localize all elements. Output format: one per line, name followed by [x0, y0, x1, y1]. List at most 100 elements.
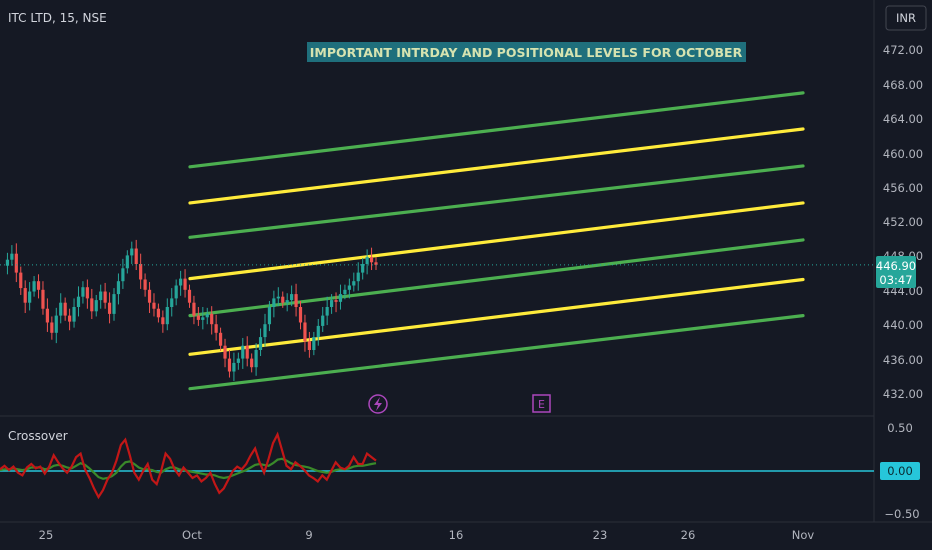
- candle-body: [338, 294, 343, 302]
- current-price-value: 446.90: [876, 259, 916, 273]
- candle-body: [63, 302, 67, 316]
- candle-body: [174, 285, 178, 299]
- price-axis-label: 436.00: [883, 353, 923, 367]
- candle-body: [10, 253, 14, 260]
- candle-body: [285, 300, 289, 303]
- indicator-axis-bottom: −0.50: [884, 507, 919, 521]
- price-axis-label: 452.00: [883, 215, 923, 229]
- candle-body: [329, 300, 334, 307]
- candle-body: [347, 285, 351, 290]
- candle-body: [152, 302, 156, 309]
- candle-body: [103, 291, 107, 303]
- candle-body: [54, 315, 58, 333]
- candle-body: [263, 324, 267, 338]
- time-axis-label: 9: [305, 528, 312, 542]
- indicator-axis-zero: 0.00: [887, 464, 913, 478]
- candle-body: [121, 268, 125, 282]
- candle-body: [352, 281, 356, 286]
- annotation-box[interactable]: IMPORTANT INTRDAY AND POSITIONAL LEVELS …: [307, 42, 746, 62]
- time-axis-label: 23: [593, 528, 608, 542]
- candle-body: [316, 325, 320, 338]
- price-axis-label: 456.00: [883, 181, 923, 195]
- candle-body: [116, 281, 121, 295]
- candle-body: [201, 317, 205, 320]
- time-axis-label: Oct: [182, 528, 202, 542]
- candle-body: [36, 281, 41, 290]
- candle-body: [147, 289, 152, 303]
- candle-body: [139, 264, 143, 280]
- candle-body: [19, 272, 23, 289]
- indicator-title[interactable]: Crossover: [8, 429, 68, 443]
- candle-body: [68, 315, 72, 322]
- candle-body: [85, 287, 89, 299]
- candle-body: [134, 248, 138, 264]
- candle-body: [290, 294, 294, 301]
- price-axis-label: 460.00: [883, 147, 923, 161]
- candle-body: [192, 302, 196, 316]
- indicator-axis-top: 0.50: [887, 421, 913, 435]
- candle-body: [312, 337, 316, 350]
- candle-body: [112, 294, 116, 314]
- candle-body: [298, 307, 303, 323]
- candle-body: [276, 296, 280, 299]
- candle-body: [179, 278, 183, 286]
- candle-body: [72, 307, 76, 322]
- candle-body: [272, 298, 276, 307]
- candle-body: [267, 307, 272, 325]
- candle-body: [281, 296, 285, 303]
- candle-body: [236, 358, 240, 363]
- candle-body: [143, 279, 147, 290]
- time-axis-label: 26: [681, 528, 696, 542]
- candle-body: [94, 300, 98, 312]
- candle-body: [245, 345, 249, 359]
- candle-body: [250, 358, 254, 368]
- candle-body: [254, 350, 258, 368]
- candle-body: [14, 253, 18, 273]
- candle-body: [76, 296, 81, 307]
- candle-body: [205, 313, 209, 318]
- candle-body: [187, 289, 192, 303]
- candle-body: [214, 324, 218, 333]
- candle-body: [343, 289, 347, 295]
- candle-body: [32, 281, 36, 292]
- candle-body: [356, 272, 360, 282]
- time-axis-label: 25: [39, 528, 54, 542]
- candle-body: [369, 257, 374, 263]
- chart-canvas[interactable]: ITC LTD, 15, NSE Crossover IMPORTANT INT…: [0, 0, 932, 550]
- candle-body: [165, 307, 169, 325]
- candle-body: [90, 298, 94, 312]
- candle-body: [334, 300, 338, 302]
- candle-body: [50, 322, 54, 333]
- currency-button[interactable]: INR: [885, 5, 927, 31]
- earnings-marker-label: E: [538, 398, 545, 411]
- bar-countdown: 03:47: [879, 273, 912, 287]
- candle-body: [41, 289, 45, 309]
- candle-body: [130, 248, 134, 256]
- candle-body: [81, 287, 85, 297]
- candle-body: [23, 288, 27, 303]
- candle-body: [241, 345, 245, 359]
- candle-body: [258, 337, 263, 350]
- price-axis-label: 468.00: [883, 78, 923, 92]
- current-price-tag: 446.90 03:47: [876, 256, 916, 288]
- candle-body: [321, 315, 325, 326]
- time-axis-label: 16: [449, 528, 464, 542]
- price-axis-label: 464.00: [883, 112, 923, 126]
- price-axis-label: 432.00: [883, 387, 923, 401]
- candle-body: [196, 315, 200, 320]
- symbol-title[interactable]: ITC LTD, 15, NSE: [8, 11, 107, 25]
- candle-body: [183, 278, 187, 290]
- time-axis-label: Nov: [792, 528, 815, 542]
- candle-body: [59, 302, 63, 316]
- candle-body: [28, 291, 32, 303]
- candle-body: [107, 302, 112, 314]
- annotation-text: IMPORTANT INTRDAY AND POSITIONAL LEVELS …: [310, 45, 743, 60]
- candle-body: [294, 294, 298, 307]
- candle-body: [218, 332, 223, 346]
- candle-body: [227, 358, 232, 372]
- candle-body: [45, 308, 50, 323]
- candle-body: [365, 257, 369, 264]
- candle-body: [303, 322, 307, 342]
- candle-body: [325, 307, 329, 316]
- candle-body: [125, 255, 129, 269]
